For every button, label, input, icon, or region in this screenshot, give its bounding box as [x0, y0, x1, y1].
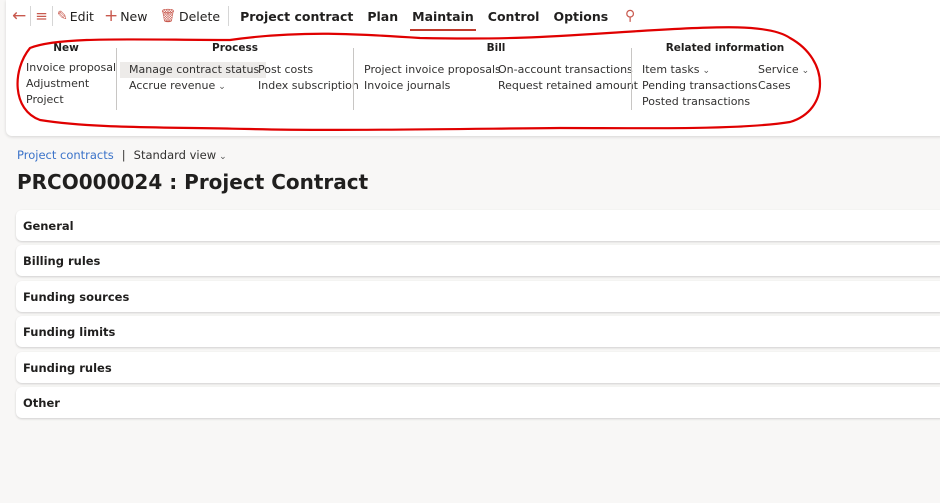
menu-item-pending-transactions[interactable]: Pending transactions: [640, 78, 759, 94]
chevron-down-icon: ⌄: [702, 66, 710, 76]
new-button[interactable]: + New: [104, 4, 148, 28]
group-divider: [631, 48, 632, 110]
tab-maintain[interactable]: Maintain: [405, 4, 481, 31]
group-title-bill: Bill: [486, 42, 506, 54]
accrue-revenue-label: Accrue revenue: [129, 79, 216, 92]
menu-item-on-account-transactions[interactable]: On-account transactions: [496, 62, 640, 78]
divider: [30, 6, 32, 26]
fasttab-funding-sources[interactable]: Funding sources: [16, 281, 940, 312]
arrow-left-icon[interactable]: ←: [12, 4, 26, 28]
divider: [51, 6, 53, 26]
fasttab-general[interactable]: General: [16, 210, 940, 241]
menu-item-request-retained-amount[interactable]: Request retained amount: [496, 78, 640, 94]
fasttab-funding-limits[interactable]: Funding limits: [16, 316, 940, 347]
page-title: PRCO000024 : Project Contract: [17, 170, 369, 194]
search-icon[interactable]: ⚲: [625, 4, 635, 28]
divider: [228, 6, 230, 26]
chevron-down-icon: ⌄: [219, 152, 227, 162]
edit-button[interactable]: ✎ Edit: [57, 4, 94, 28]
group-title-process: Process: [212, 42, 258, 54]
menu-item-index-subscription[interactable]: Index subscription: [256, 78, 361, 94]
menu-item-item-tasks[interactable]: Item tasks ⌄: [640, 62, 759, 78]
menu-item-invoice-journals[interactable]: Invoice journals: [362, 78, 503, 94]
group-divider: [353, 48, 354, 110]
menu-item-posted-transactions[interactable]: Posted transactions: [640, 94, 759, 110]
group-process: Process Manage contract status Accrue re…: [120, 42, 359, 92]
service-label: Service: [758, 63, 799, 76]
menu-item-project-invoice-proposals[interactable]: Project invoice proposals: [362, 62, 503, 78]
chevron-down-icon: ⌄: [218, 82, 226, 92]
menu-item-adjustment[interactable]: Adjustment: [24, 76, 108, 92]
menu-item-invoice-proposal[interactable]: Invoice proposal: [24, 60, 116, 76]
delete-label: Delete: [178, 8, 221, 24]
edit-label: Edit: [69, 8, 94, 24]
group-divider: [116, 48, 117, 110]
menu-item-cases[interactable]: Cases: [756, 78, 811, 94]
group-title-new: New: [53, 42, 79, 54]
trash-icon: 🗑: [159, 8, 176, 24]
fasttab-other[interactable]: Other: [16, 387, 940, 418]
menu-item-service[interactable]: Service ⌄: [756, 62, 811, 78]
plus-icon: +: [103, 5, 119, 26]
hamburger-icon[interactable]: ≡: [35, 4, 48, 28]
tab-project-contract[interactable]: Project contract: [233, 4, 360, 28]
tab-options[interactable]: Options: [546, 4, 615, 28]
menu-item-post-costs[interactable]: Post costs: [256, 62, 361, 78]
item-tasks-label: Item tasks: [642, 63, 700, 76]
view-selector[interactable]: Standard view ⌄: [134, 148, 227, 162]
menu-item-project[interactable]: Project: [24, 92, 108, 108]
toolbar: ← ≡ ✎ Edit + New 🗑 Delete Project contra…: [6, 0, 636, 32]
tab-control[interactable]: Control: [481, 4, 547, 28]
view-selector-label: Standard view: [133, 148, 217, 162]
menu-item-manage-contract-status[interactable]: Manage contract status: [120, 62, 267, 78]
group-bill: Bill Project invoice proposals Invoice j…: [362, 42, 638, 92]
breadcrumb-project-contracts[interactable]: Project contracts: [17, 148, 114, 162]
fasttab-funding-rules[interactable]: Funding rules: [16, 352, 940, 383]
breadcrumb: Project contracts | Standard view ⌄: [17, 148, 227, 162]
breadcrumb-separator: |: [121, 148, 126, 162]
delete-button[interactable]: 🗑 Delete: [159, 4, 220, 28]
new-label: New: [120, 8, 148, 24]
pencil-icon: ✎: [56, 8, 68, 24]
fasttab-billing-rules[interactable]: Billing rules: [16, 245, 940, 276]
group-title-related: Related information: [665, 42, 785, 54]
group-related-information: Related information Item tasks ⌄ Pending …: [640, 42, 810, 108]
chevron-down-icon: ⌄: [801, 66, 810, 76]
menu-item-accrue-revenue[interactable]: Accrue revenue ⌄: [120, 78, 266, 94]
action-pane: ← ≡ ✎ Edit + New 🗑 Delete Project contra…: [6, 0, 940, 136]
group-new: New Invoice proposal Adjustment Project: [24, 42, 116, 108]
tab-plan[interactable]: Plan: [360, 4, 405, 28]
